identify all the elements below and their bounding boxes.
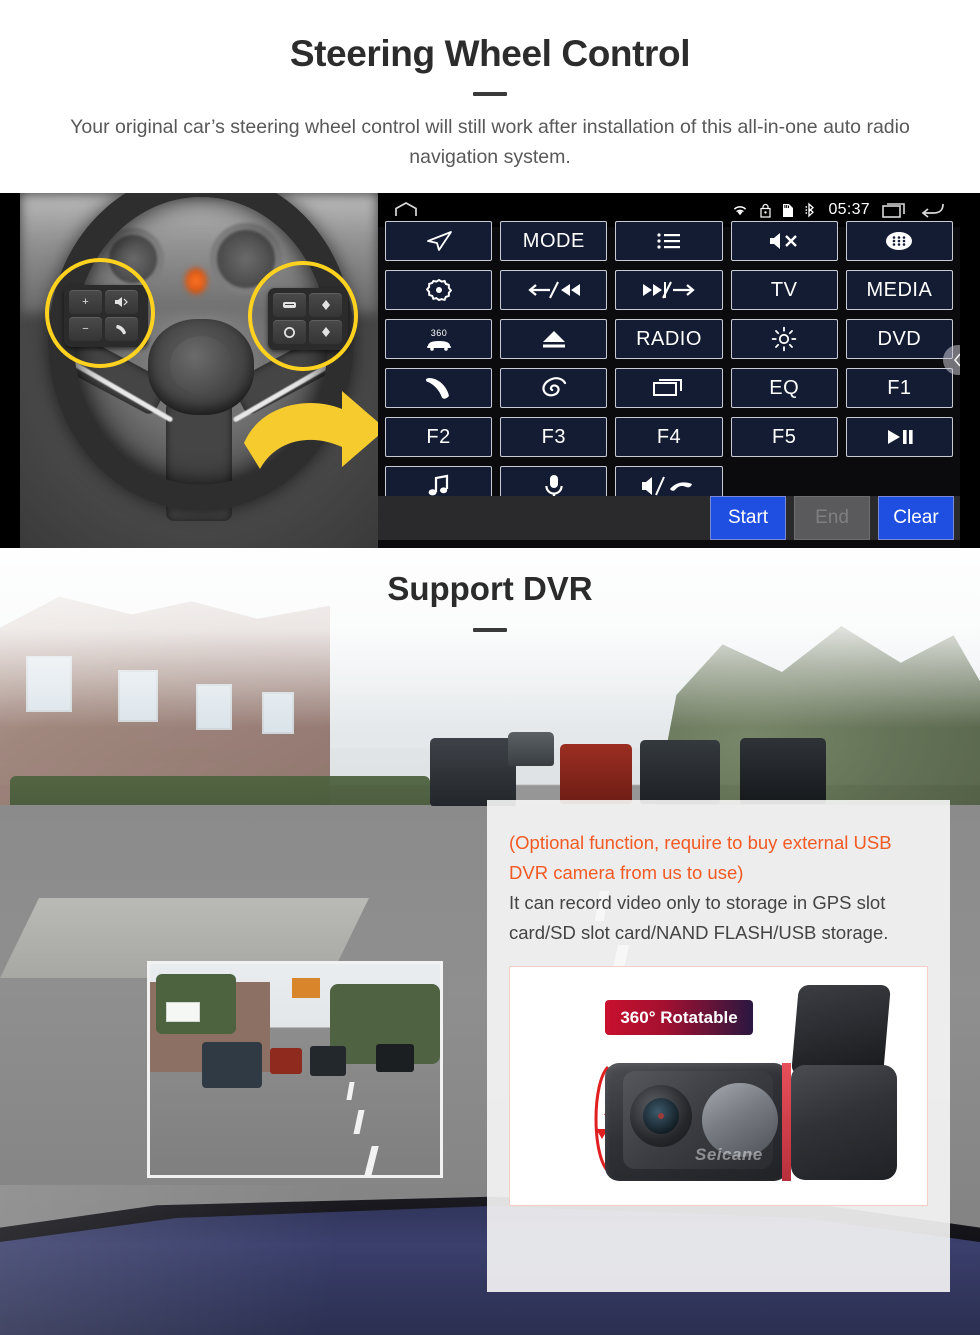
inset-vehicle xyxy=(376,1044,414,1072)
grid-button-previous[interactable] xyxy=(500,270,608,310)
music-note-icon xyxy=(428,474,448,496)
back-icon[interactable] xyxy=(920,201,946,219)
grid-button-next[interactable] xyxy=(615,270,723,310)
camera-barrel xyxy=(791,1065,897,1180)
section-title: Support DVR xyxy=(387,570,593,607)
grid-button-360-camera[interactable]: 360 xyxy=(385,319,493,359)
start-button[interactable]: Start xyxy=(710,496,786,540)
grid-button-eject[interactable] xyxy=(500,319,608,359)
camera-lens-highlight xyxy=(658,1113,664,1119)
grid-button-media[interactable]: MEDIA xyxy=(845,270,953,310)
grid-button-f5[interactable]: F5 xyxy=(730,417,838,457)
steering-wheel-header: Steering Wheel Control Your original car… xyxy=(0,0,980,193)
svg-text:360: 360 xyxy=(430,328,447,338)
navigation-arrow-icon xyxy=(426,231,452,251)
grid-button-phone[interactable] xyxy=(385,368,493,408)
lock-icon xyxy=(760,203,772,218)
vehicle xyxy=(740,738,826,804)
clear-button[interactable]: Clear xyxy=(878,496,954,540)
camera-mount xyxy=(791,985,891,1075)
brand-watermark: Seicane xyxy=(695,1145,763,1164)
page-title: Steering Wheel Control xyxy=(289,33,691,74)
recent-apps-icon[interactable] xyxy=(881,201,909,219)
brightness-icon xyxy=(771,326,797,352)
vehicle xyxy=(430,738,516,806)
phone-call-icon xyxy=(425,378,449,399)
end-button[interactable]: End xyxy=(794,496,870,540)
vehicle xyxy=(640,740,720,804)
learning-action-bar: Start End Clear xyxy=(378,496,960,540)
grid-button-apps[interactable] xyxy=(845,221,953,261)
next-track-icon xyxy=(642,281,695,299)
dvr-recorded-video-inset xyxy=(147,961,443,1178)
inset-vehicle xyxy=(270,1048,302,1074)
grid-button-f1[interactable]: F1 xyxy=(845,368,953,408)
speaker-hangup-icon xyxy=(641,476,692,496)
grid-button-power[interactable] xyxy=(385,270,493,310)
grid-button-list[interactable] xyxy=(615,221,723,261)
screen-window-icon xyxy=(652,379,682,396)
yellow-arrow-icon xyxy=(244,391,378,469)
grid-button-tv[interactable]: TV xyxy=(730,270,838,310)
page-root: Steering Wheel Control Your original car… xyxy=(0,0,980,1335)
camera-red-band xyxy=(782,1063,791,1181)
grid-button-brightness[interactable] xyxy=(730,319,838,359)
vehicle xyxy=(560,744,632,804)
highlight-circle-right xyxy=(248,261,358,371)
head-unit-screen: 05:37 MODE TV MEDIA 360 RADIO DVD EQ F1 … xyxy=(378,193,960,548)
page-subtitle: Your original car’s steering wheel contr… xyxy=(70,116,910,168)
list-menu-icon xyxy=(657,233,680,249)
previous-track-icon xyxy=(528,281,580,299)
dvr-product-image: 360° Rotatable Seicane xyxy=(509,966,928,1206)
grid-button-screen[interactable] xyxy=(615,368,723,408)
volume-mute-icon xyxy=(770,233,798,249)
play-pause-icon xyxy=(888,430,913,444)
grid-button-f3[interactable]: F3 xyxy=(500,417,608,457)
apps-grid-icon xyxy=(886,232,913,250)
rotatable-badge: 360° Rotatable xyxy=(605,1000,753,1035)
status-bar-right: 05:37 xyxy=(731,201,946,219)
dvr-optional-warning: (Optional function, require to buy exter… xyxy=(509,832,892,883)
360-camera-car-icon: 360 xyxy=(426,328,451,351)
bluetooth-icon xyxy=(805,202,815,218)
grid-button-mode[interactable]: MODE xyxy=(500,221,608,261)
grid-button-play-pause[interactable] xyxy=(845,417,953,457)
scroll-left-chevron-icon xyxy=(953,353,960,367)
steering-wheel-photo-strip: + − 05:37 MODE TV MEDIA 360 RADIO DVD EQ… xyxy=(0,193,980,548)
swirl-icon xyxy=(542,377,566,397)
inset-vehicle xyxy=(202,1042,262,1088)
dvr-description: It can record video only to storage in G… xyxy=(509,892,889,943)
grid-button-dvd[interactable]: DVD xyxy=(845,319,953,359)
inset-roadsign xyxy=(166,1002,200,1022)
title-divider xyxy=(473,92,507,96)
power-gear-icon xyxy=(425,278,452,302)
grid-button-swirl[interactable] xyxy=(500,368,608,408)
grid-button-radio[interactable]: RADIO xyxy=(615,319,723,359)
steering-wheel-photo: + − xyxy=(20,193,378,548)
grid-button-mute[interactable] xyxy=(730,221,838,261)
status-bar-left xyxy=(392,201,420,219)
home-icon[interactable] xyxy=(392,201,420,219)
inset-truck xyxy=(292,978,320,998)
inset-vehicle xyxy=(310,1046,346,1076)
highlight-circle-left xyxy=(45,258,155,368)
steering-key-learning-grid: MODE TV MEDIA 360 RADIO DVD EQ F1 F2 F3 … xyxy=(378,221,960,506)
eject-icon xyxy=(542,331,565,348)
wifi-icon xyxy=(734,206,747,216)
grid-button-f2[interactable]: F2 xyxy=(385,417,493,457)
status-bar-clock: 05:37 xyxy=(828,201,870,218)
vehicle xyxy=(508,732,554,766)
grid-button-f4[interactable]: F4 xyxy=(615,417,723,457)
grid-button-eq[interactable]: EQ xyxy=(730,368,838,408)
sd-card-icon xyxy=(783,203,794,217)
dvr-info-card: (Optional function, require to buy exter… xyxy=(487,800,950,1292)
section-title-divider xyxy=(473,628,507,632)
support-dvr-header: Support DVR xyxy=(0,570,980,632)
grid-button-navigation[interactable] xyxy=(385,221,493,261)
